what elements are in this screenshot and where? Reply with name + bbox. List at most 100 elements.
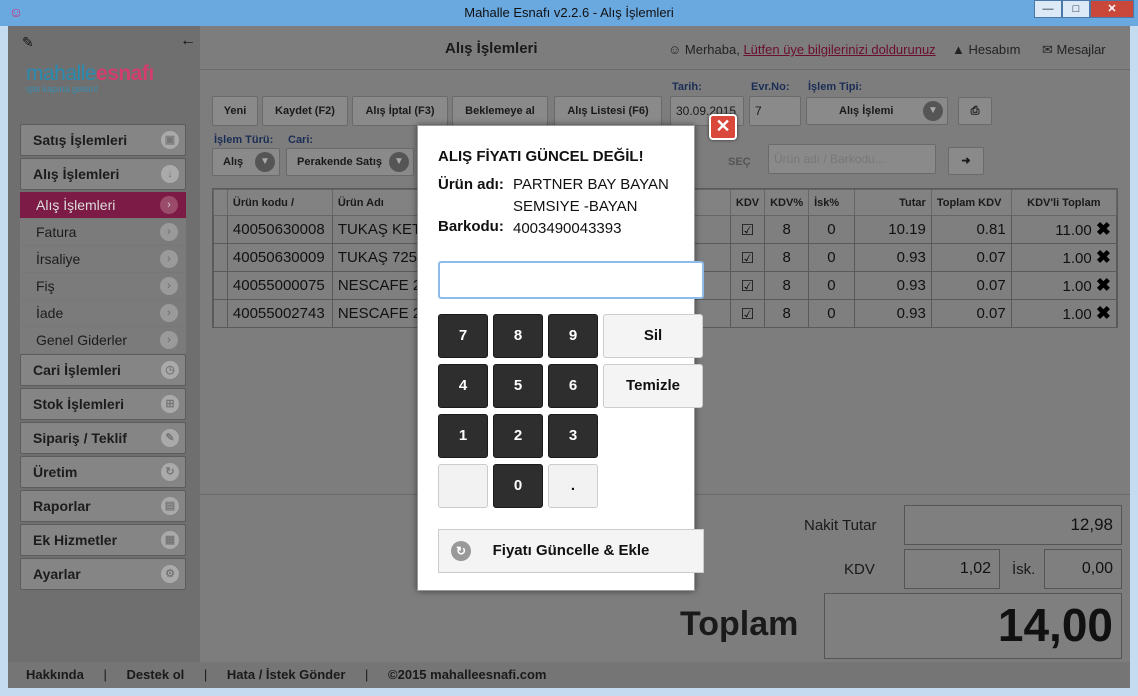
search-input[interactable]: Ürün adı / Barkodu... — [768, 144, 936, 174]
cell-discount[interactable]: 0 — [808, 299, 855, 328]
cancel-purchase-button[interactable]: Alış İptal (F3) — [352, 96, 448, 126]
row-selector[interactable] — [213, 299, 228, 328]
optype2-label: İşlem Türü: — [214, 134, 274, 146]
col-header[interactable]: İsk% — [808, 189, 855, 216]
maximize-button[interactable]: □ — [1062, 0, 1090, 18]
report-link[interactable]: Hata / İstek Gönder — [227, 667, 345, 682]
delete-button[interactable]: Sil — [603, 314, 703, 358]
vat-checkbox[interactable]: ☑ — [729, 243, 766, 272]
row-selector[interactable] — [213, 215, 228, 244]
sidebar-item-purchase-ops[interactable]: Alış İşlemleri › — [20, 192, 186, 219]
delete-row-icon[interactable]: ✖ — [1096, 303, 1111, 323]
key-8[interactable]: 8 — [493, 314, 543, 358]
update-and-add-button[interactable]: ↻ Fiyatı Güncelle & Ekle — [438, 529, 704, 573]
cell-code: 40050630008 — [226, 215, 333, 244]
cell-vat-rate[interactable]: 8 — [764, 215, 810, 244]
col-header[interactable]: Tutar — [853, 189, 932, 216]
save-button[interactable]: Kaydet (F2) — [262, 96, 348, 126]
cell-vat-rate[interactable]: 8 — [764, 243, 810, 272]
vat-checkbox[interactable]: ☑ — [729, 271, 766, 300]
new-button[interactable]: Yeni — [212, 96, 258, 126]
search-go-button[interactable]: ➜ — [948, 147, 984, 175]
pin-icon[interactable]: ✎ — [22, 34, 34, 51]
cell-code: 40055002743 — [226, 299, 333, 328]
cell-vat-rate[interactable]: 8 — [764, 299, 810, 328]
account-link[interactable]: ▲ Hesabım — [952, 42, 1021, 57]
key-4[interactable]: 4 — [438, 364, 488, 408]
key-6[interactable]: 6 — [548, 364, 598, 408]
delete-row-icon[interactable]: ✖ — [1096, 219, 1111, 239]
optype2-select[interactable]: Alış ▼ — [212, 148, 280, 176]
collapse-arrow-icon[interactable]: ← — [180, 32, 196, 50]
cell-discount[interactable]: 0 — [808, 271, 855, 300]
sidebar-item-expenses[interactable]: Genel Giderler › — [20, 327, 186, 354]
docno-field[interactable]: 7 — [749, 96, 801, 126]
support-link[interactable]: Destek ol — [126, 667, 184, 682]
sidebar-group-sales[interactable]: Satış İşlemleri ▣ — [20, 124, 186, 156]
cell-discount[interactable]: 0 — [808, 243, 855, 272]
col-header[interactable]: Toplam KDV — [930, 189, 1012, 216]
row-selector[interactable] — [213, 271, 228, 300]
sidebar-item-receipt[interactable]: Fiş › — [20, 273, 186, 300]
footer-separator: | — [365, 667, 369, 682]
cell-vat-rate[interactable]: 8 — [764, 271, 810, 300]
key-2[interactable]: 2 — [493, 414, 543, 458]
vat-label: KDV — [844, 561, 875, 578]
sidebar-item-waybill[interactable]: İrsaliye › — [20, 246, 186, 273]
col-header[interactable]: KDV — [729, 189, 766, 216]
cell-discount[interactable]: 0 — [808, 215, 855, 244]
key-blank[interactable] — [438, 464, 488, 508]
optype-select[interactable]: Alış İşlemi ▼ — [806, 97, 948, 125]
select-label[interactable]: SEÇ — [728, 156, 751, 168]
sidebar-group-extra-services[interactable]: Ek Hizmetler ▦ — [20, 524, 186, 556]
calendar-icon: ▦ — [161, 531, 179, 549]
messages-link[interactable]: ✉ Mesajlar — [1042, 42, 1106, 58]
delete-row-icon[interactable]: ✖ — [1096, 247, 1111, 267]
sidebar-item-invoice[interactable]: Fatura › — [20, 219, 186, 246]
clear-button[interactable]: Temizle — [603, 364, 703, 408]
row-selector[interactable] — [213, 243, 228, 272]
key-0[interactable]: 0 — [493, 464, 543, 508]
about-link[interactable]: Hakkında — [26, 667, 84, 682]
sidebar-group-label: Cari İşlemleri — [33, 362, 121, 378]
dialog-close-button[interactable]: ✕ — [709, 114, 737, 140]
close-window-button[interactable]: ✕ — [1090, 0, 1134, 18]
sidebar-item-return[interactable]: İade › — [20, 300, 186, 327]
sidebar-group-label: Stok İşlemleri — [33, 396, 125, 412]
cell-amount: 10.19 — [853, 215, 932, 244]
sidebar-group-reports[interactable]: Raporlar ▤ — [20, 490, 186, 522]
sidebar-group-stock[interactable]: Stok İşlemleri ⊞ — [20, 388, 186, 420]
sidebar-group-purchases[interactable]: Alış İşlemleri ↓ — [20, 158, 186, 190]
key-5[interactable]: 5 — [493, 364, 543, 408]
cell-total: 1.00 ✖ — [1010, 271, 1118, 300]
col-header[interactable]: Ürün kodu / — [226, 189, 333, 216]
purchase-list-button[interactable]: Alış Listesi (F6) — [554, 96, 662, 126]
sidebar-group-label: Ek Hizmetler — [33, 532, 118, 548]
sidebar-group-orders[interactable]: Sipariş / Teklif ✎ — [20, 422, 186, 454]
delete-row-icon[interactable]: ✖ — [1096, 275, 1111, 295]
vat-checkbox[interactable]: ☑ — [729, 299, 766, 328]
sidebar-item-label: İade — [36, 305, 64, 321]
key-decimal[interactable]: . — [548, 464, 598, 508]
print-button[interactable]: ⎙ — [958, 97, 992, 125]
key-1[interactable]: 1 — [438, 414, 488, 458]
sidebar-item-label: Genel Giderler — [36, 332, 128, 348]
brand-logo: mahalleesnafı işte kapına gelsin! — [26, 62, 186, 112]
sidebar-group-settings[interactable]: Ayarlar ⚙ — [20, 558, 186, 590]
price-input[interactable] — [438, 261, 704, 299]
sidebar-group-production[interactable]: Üretim ↻ — [20, 456, 186, 488]
account-select[interactable]: Perakende Satış ▼ — [286, 148, 414, 176]
sidebar-group-accounts[interactable]: Cari İşlemleri ◷ — [20, 354, 186, 386]
profile-link[interactable]: Lütfen üye bilgilerinizi doldurunuz — [743, 42, 935, 57]
key-7[interactable]: 7 — [438, 314, 488, 358]
sidebar-item-label: İrsaliye — [36, 251, 81, 267]
hold-button[interactable]: Beklemeye al — [452, 96, 548, 126]
vat-checkbox[interactable]: ☑ — [729, 215, 766, 244]
col-header[interactable]: KDV'li Toplam — [1010, 189, 1118, 216]
key-9[interactable]: 9 — [548, 314, 598, 358]
user-icon: ☺ — [668, 42, 685, 57]
key-3[interactable]: 3 — [548, 414, 598, 458]
col-header[interactable]: KDV% — [764, 189, 810, 216]
minimize-button[interactable]: — — [1034, 0, 1062, 18]
chevron-right-icon: › — [160, 250, 178, 268]
